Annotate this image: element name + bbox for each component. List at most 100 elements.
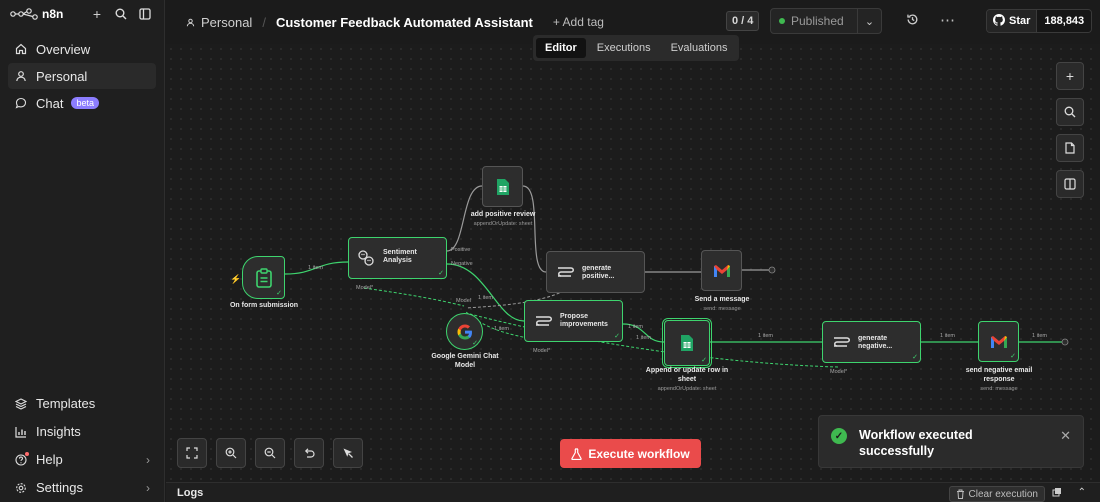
node-generate-positive[interactable]: generate positive... xyxy=(546,251,645,293)
github-star-label: Star xyxy=(1009,15,1031,27)
breadcrumb: Personal / Customer Feedback Automated A… xyxy=(186,15,604,30)
success-check-icon: ✓ xyxy=(701,357,707,364)
edge-label-one-item: 1 item xyxy=(628,324,643,330)
tab-evaluations[interactable]: Evaluations xyxy=(662,38,737,58)
search-nodes-icon[interactable] xyxy=(1056,98,1084,126)
model-connection-sentiment xyxy=(363,287,465,307)
endpoint-plus-bottom xyxy=(1061,338,1069,346)
sidebar-item-help[interactable]: Help › xyxy=(8,446,156,473)
search-icon[interactable] xyxy=(112,5,130,23)
undo-icon[interactable] xyxy=(294,438,324,468)
view-tabs: Editor Executions Evaluations xyxy=(533,35,740,61)
github-star-count: 188,843 xyxy=(1036,10,1092,32)
publish-status[interactable]: Published xyxy=(771,14,857,28)
sidebar-item-label: Chat xyxy=(36,95,64,111)
chevron-right-icon: › xyxy=(146,480,150,495)
pop-out-icon[interactable] xyxy=(1052,487,1062,500)
trash-icon xyxy=(956,489,964,499)
node-title: generate negative... xyxy=(858,335,893,351)
sidebar-nav: Overview Personal Chat beta xyxy=(0,28,164,116)
sidebar-item-overview[interactable]: Overview xyxy=(8,36,156,62)
edge-label-positive: Positive xyxy=(451,247,471,253)
sidebar-item-label: Overview xyxy=(36,41,91,57)
chevron-up-icon[interactable]: ⌃ xyxy=(1078,487,1086,498)
node-add-positive-review[interactable] xyxy=(482,166,523,207)
tab-editor[interactable]: Editor xyxy=(536,38,586,58)
panel-toggle-icon[interactable] xyxy=(1056,170,1084,198)
sidebar-item-insights[interactable]: Insights xyxy=(8,418,156,445)
success-check-icon: ✓ xyxy=(912,354,918,361)
add-tag-button[interactable]: + Add tag xyxy=(553,15,604,29)
publish-dropdown[interactable]: Published ⌄ xyxy=(770,8,882,34)
node-generate-negative[interactable]: generate negative... ✓ xyxy=(822,321,921,363)
node-send-message[interactable] xyxy=(701,250,742,291)
node-append-update-row[interactable]: ✓ xyxy=(662,318,712,368)
github-star-button[interactable]: Star 188,843 xyxy=(986,9,1093,33)
node-label: On form submission xyxy=(229,302,299,309)
sidebar-item-settings[interactable]: Settings › xyxy=(8,474,156,501)
add-icon[interactable]: + xyxy=(88,5,106,23)
chevron-down-icon[interactable]: ⌄ xyxy=(857,9,881,33)
clear-execution-button[interactable]: Clear execution xyxy=(948,486,1045,502)
form-icon xyxy=(255,267,272,288)
n8n-logo[interactable]: n8n xyxy=(10,7,63,21)
connection-sentiment-propose xyxy=(446,263,525,322)
breadcrumb-project[interactable]: Personal xyxy=(201,15,252,30)
sidebar-item-chat[interactable]: Chat beta xyxy=(8,90,156,116)
sentiment-icon xyxy=(358,250,374,266)
sidebar-item-label: Help xyxy=(36,452,63,467)
user-icon xyxy=(14,69,28,83)
workflow-canvas[interactable]: 1 item Positive Negative Model* 1 item M… xyxy=(166,44,1100,482)
sidebar: n8n + Overview Personal Chat beta Templa… xyxy=(0,0,165,502)
node-form-trigger[interactable]: ✓ xyxy=(242,256,285,299)
tidy-up-icon[interactable] xyxy=(333,438,363,468)
close-icon[interactable]: ✕ xyxy=(1060,428,1071,444)
success-toast: ✓ Workflow executed successfully ✕ xyxy=(818,415,1084,468)
tab-executions[interactable]: Executions xyxy=(588,38,660,58)
app-root: n8n + Overview Personal Chat beta Templa… xyxy=(0,0,1100,502)
execute-workflow-button[interactable]: Execute workflow xyxy=(560,439,701,468)
edge-label-model: Model xyxy=(456,298,471,304)
history-icon[interactable] xyxy=(906,13,919,29)
sidebar-item-personal[interactable]: Personal xyxy=(8,63,156,89)
edge-label-one-item: 1 item xyxy=(940,333,955,339)
fit-view-icon[interactable] xyxy=(177,438,207,468)
beta-badge: beta xyxy=(71,97,99,109)
google-sheets-icon xyxy=(496,178,509,195)
edge-label-negative: Negative xyxy=(451,261,473,267)
canvas-right-toolbar: + xyxy=(1056,62,1084,198)
add-node-icon[interactable]: + xyxy=(1056,62,1084,90)
collapse-sidebar-icon[interactable] xyxy=(136,5,154,23)
zoom-in-icon[interactable] xyxy=(216,438,246,468)
workflow-title[interactable]: Customer Feedback Automated Assistant xyxy=(276,15,533,30)
success-check-icon: ✓ xyxy=(438,270,444,277)
edge-label-one-item: 1 item xyxy=(636,335,651,341)
edge-label-one-item: 1 item xyxy=(478,295,493,301)
node-subtitle: appendOrUpdate: sheet xyxy=(657,386,717,392)
edge-label-model: Model* xyxy=(830,369,848,375)
sticky-note-icon[interactable] xyxy=(1056,134,1084,162)
logs-panel-bar[interactable]: Logs Clear execution ⌃ xyxy=(166,482,1100,502)
node-sentiment-analysis[interactable]: Sentiment Analysis ✓ xyxy=(348,237,447,279)
home-icon xyxy=(14,42,28,56)
sidebar-item-templates[interactable]: Templates xyxy=(8,390,156,417)
node-propose-improvements[interactable]: Propose improvements ✓ xyxy=(524,300,623,342)
node-subtitle: appendOrUpdate: sheet xyxy=(473,221,533,227)
llm-chain-icon xyxy=(558,267,574,277)
success-check-icon: ✓ xyxy=(472,340,478,347)
connection-addpositive-genpositive xyxy=(522,185,547,273)
n8n-logo-icon xyxy=(10,8,38,20)
success-check-icon: ✓ xyxy=(1010,353,1016,360)
node-gemini-model[interactable]: ✓ xyxy=(446,313,483,350)
flask-icon xyxy=(571,447,583,460)
toast-message: Workflow executed successfully xyxy=(859,428,973,458)
node-send-negative-email[interactable]: ✓ xyxy=(978,321,1019,362)
more-options-icon[interactable]: ⋯ xyxy=(940,11,956,29)
chat-icon xyxy=(14,96,28,110)
node-title: generate positive... xyxy=(582,265,615,281)
node-label: Google Gemini Chat Model xyxy=(431,353,499,369)
llm-chain-icon xyxy=(536,316,552,326)
zoom-out-icon[interactable] xyxy=(255,438,285,468)
trigger-bolt-icon: ⚡ xyxy=(230,274,242,284)
canvas-bottom-toolbar xyxy=(177,438,363,468)
